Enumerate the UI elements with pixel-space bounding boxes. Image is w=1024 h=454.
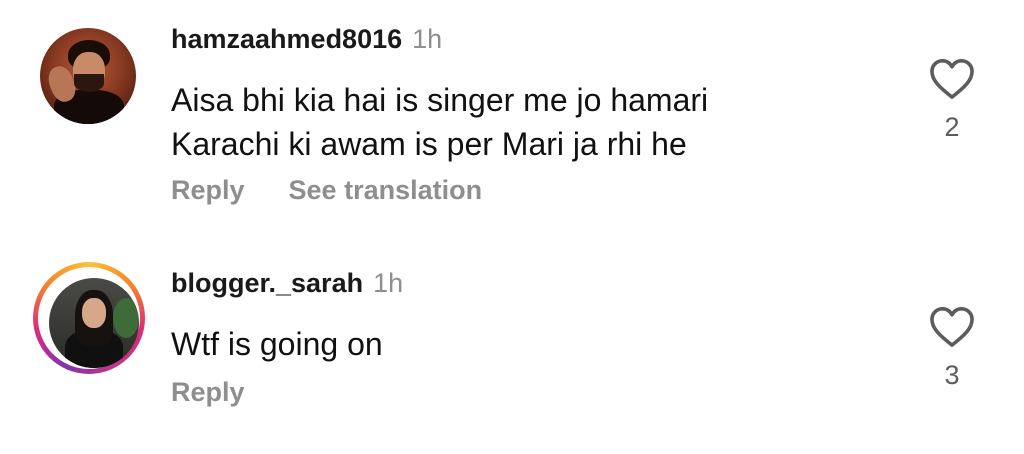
comment-header: blogger._sarah 1h — [171, 268, 403, 299]
username[interactable]: hamzaahmed8016 — [171, 24, 402, 55]
like-count: 3 — [944, 360, 960, 390]
comment-text-line: Wtf is going on — [171, 326, 383, 362]
comment-text: Aisa bhi kia hai is singer me jo hamari … — [171, 78, 871, 166]
reply-button[interactable]: Reply — [171, 175, 245, 206]
avatar[interactable] — [40, 28, 136, 124]
comment-item: blogger._sarah 1h Wtf is going on Reply … — [0, 240, 1024, 454]
username[interactable]: blogger._sarah — [171, 268, 363, 299]
heart-outline-icon[interactable] — [929, 58, 975, 100]
avatar-image-part — [82, 298, 106, 328]
comment-header: hamzaahmed8016 1h — [171, 24, 442, 55]
see-translation-button[interactable]: See translation — [289, 175, 483, 206]
heart-outline-icon[interactable] — [929, 306, 975, 348]
avatar-image-part — [74, 74, 104, 92]
comment-text-line: Karachi ki awam is per Mari ja rhi he — [171, 126, 687, 162]
like-count: 2 — [944, 112, 960, 142]
comment-actions: Reply See translation — [171, 175, 482, 206]
timestamp: 1h — [412, 24, 443, 54]
avatar — [49, 278, 139, 368]
comment-actions: Reply — [171, 377, 245, 408]
reply-button[interactable]: Reply — [171, 377, 245, 408]
timestamp: 1h — [373, 268, 404, 298]
avatar-image-part — [113, 298, 139, 338]
like-control: 2 — [926, 58, 978, 143]
comment-text: Wtf is going on — [171, 322, 871, 366]
like-control: 3 — [926, 306, 978, 391]
story-ring-gap — [38, 267, 140, 369]
story-ring[interactable] — [33, 262, 145, 374]
comment-item: hamzaahmed8016 1h Aisa bhi kia hai is si… — [0, 0, 1024, 230]
comment-text-line: Aisa bhi kia hai is singer me jo hamari — [171, 82, 709, 118]
